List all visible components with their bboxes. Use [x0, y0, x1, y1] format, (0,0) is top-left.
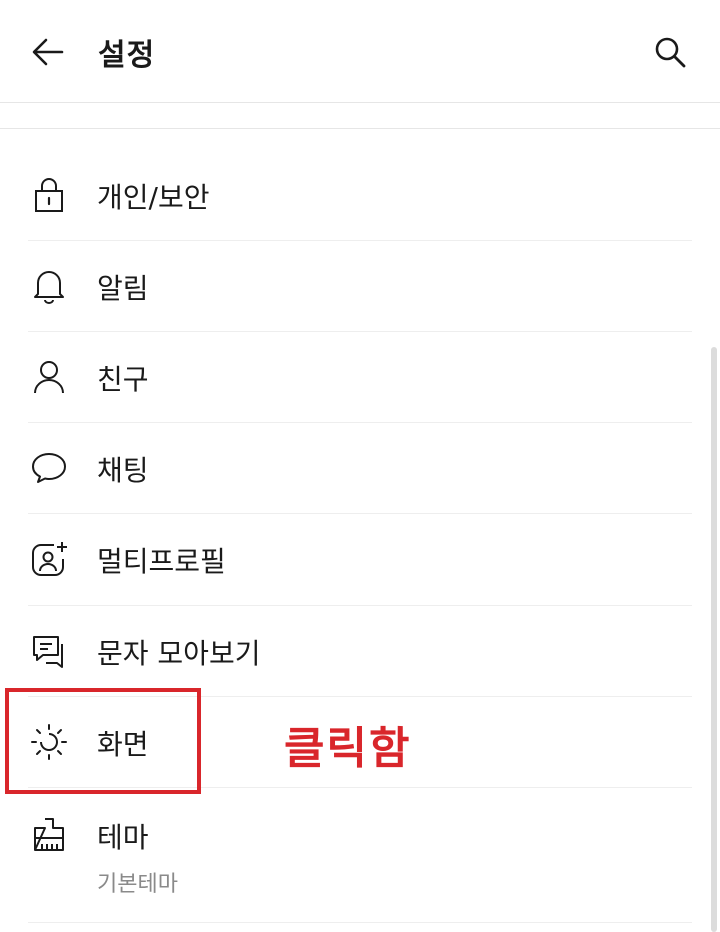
menu-item-message-collection[interactable]: 문자 모아보기 — [0, 606, 720, 697]
person-icon — [29, 357, 69, 397]
app-header: 설정 — [0, 0, 720, 103]
menu-item-notifications[interactable]: 알림 — [0, 241, 720, 332]
multi-profile-icon — [29, 539, 69, 579]
menu-item-theme[interactable]: 테마 기본테마 — [0, 788, 720, 922]
menu-item-label: 친구 — [97, 363, 149, 396]
page-title: 설정 — [98, 38, 156, 73]
menu-item-multi-profile[interactable]: 멀티프로필 — [0, 514, 720, 605]
click-annotation-label: 클릭함 — [284, 723, 412, 774]
arrow-left-icon — [32, 38, 64, 66]
search-icon — [655, 37, 686, 68]
settings-screen: 설정 개인/보안 알림 친구 채팅 멀티프로필 문자 모아보기 화면 테마 기본… — [0, 0, 720, 932]
back-button[interactable] — [28, 32, 68, 72]
menu-item-label: 멀티프로필 — [97, 545, 226, 578]
search-button[interactable] — [650, 32, 690, 72]
menu-item-label: 문자 모아보기 — [97, 637, 261, 670]
lock-icon — [29, 175, 69, 215]
menu-item-label: 채팅 — [97, 454, 149, 487]
menu-item-privacy-security[interactable]: 개인/보안 — [0, 150, 720, 241]
chat-bubble-icon — [29, 448, 69, 488]
menu-item-label: 알림 — [97, 272, 149, 305]
paintbrush-icon — [29, 815, 69, 855]
row-divider — [28, 922, 692, 923]
bell-icon — [29, 266, 69, 306]
click-highlight-box — [5, 688, 201, 794]
menu-item-label: 테마 — [97, 821, 149, 854]
menu-item-sublabel: 기본테마 — [97, 872, 178, 897]
section-divider — [0, 128, 720, 129]
menu-item-chat[interactable]: 채팅 — [0, 423, 720, 514]
scrollbar[interactable] — [711, 347, 717, 932]
menu-item-friends[interactable]: 친구 — [0, 332, 720, 423]
message-collect-icon — [29, 631, 69, 671]
menu-item-label: 개인/보안 — [97, 181, 210, 214]
